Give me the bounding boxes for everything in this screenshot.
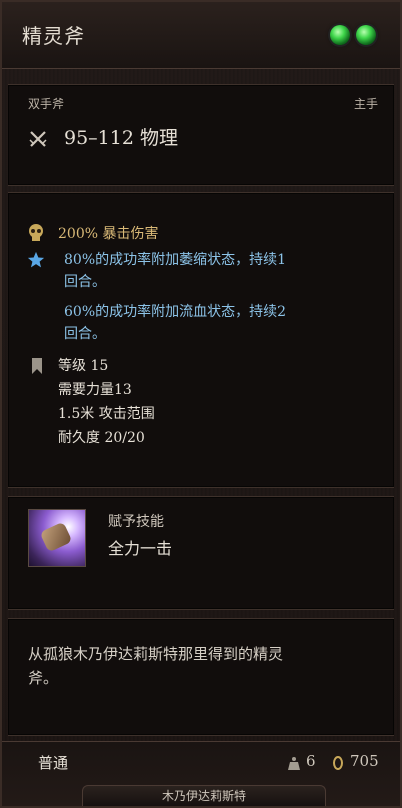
crossed-swords-icon [29, 131, 47, 147]
skill-label: 赋予技能 [108, 514, 164, 530]
slot-label: 主手 [353, 97, 378, 111]
green-gem-icon [356, 25, 376, 45]
green-gem-icon [330, 25, 350, 45]
crit-damage: 200% 暴击伤害 [58, 226, 159, 242]
tooltip-header: 精灵斧 [2, 2, 400, 69]
fist-skill-icon[interactable] [28, 509, 86, 567]
description-line-1: 从孤狼木乃伊达莉斯特那里得到的精灵 [28, 645, 284, 663]
level-requirement: 等级 15 [58, 358, 109, 374]
status-effect-line-2: 回合。 [64, 274, 106, 290]
tooltip-footer: 普通 6 705 木乃伊达莉斯特 [2, 741, 400, 806]
rarity-label: 普通 [38, 754, 69, 772]
weight-value: 6 [306, 752, 316, 770]
star-icon [27, 251, 45, 268]
granted-skill-section: 赋予技能 全力一击 [8, 496, 394, 610]
skull-icon [29, 224, 43, 241]
damage-value: 95–112 物理 [64, 127, 178, 149]
status-effect-line-1: 80%的成功率附加萎缩状态，持续1 [64, 252, 287, 268]
source-nameplate: 木乃伊达莉斯特 [82, 785, 326, 806]
durability: 耐久度 20/20 [58, 430, 145, 446]
coin-icon [333, 756, 343, 770]
description-section: 从孤狼木乃伊达莉斯特那里得到的精灵 斧。 [8, 618, 394, 736]
gold-value: 705 [350, 752, 379, 770]
weapon-stats-section: 双手斧 主手 95–112 物理 [8, 84, 394, 186]
effects-section: 200% 暴击伤害 80%的成功率附加萎缩状态，持续1 回合。 60%的成功率附… [8, 192, 394, 488]
skill-name: 全力一击 [108, 539, 173, 558]
bookmark-icon [32, 358, 42, 374]
status-effect-line-4: 回合。 [64, 326, 106, 342]
weight-icon [288, 757, 300, 770]
item-title: 精灵斧 [22, 24, 85, 48]
strength-requirement: 需要力量13 [58, 382, 132, 398]
status-effect-line-3: 60%的成功率附加流血状态，持续2 [64, 304, 287, 320]
weapon-type-label: 双手斧 [28, 97, 65, 111]
item-tooltip: 精灵斧 双手斧 主手 95–112 物理 200% 暴击伤害 80%的成功率附加… [0, 0, 402, 808]
description-line-2: 斧。 [28, 669, 59, 687]
attack-range: 1.5米 攻击范围 [58, 406, 155, 422]
